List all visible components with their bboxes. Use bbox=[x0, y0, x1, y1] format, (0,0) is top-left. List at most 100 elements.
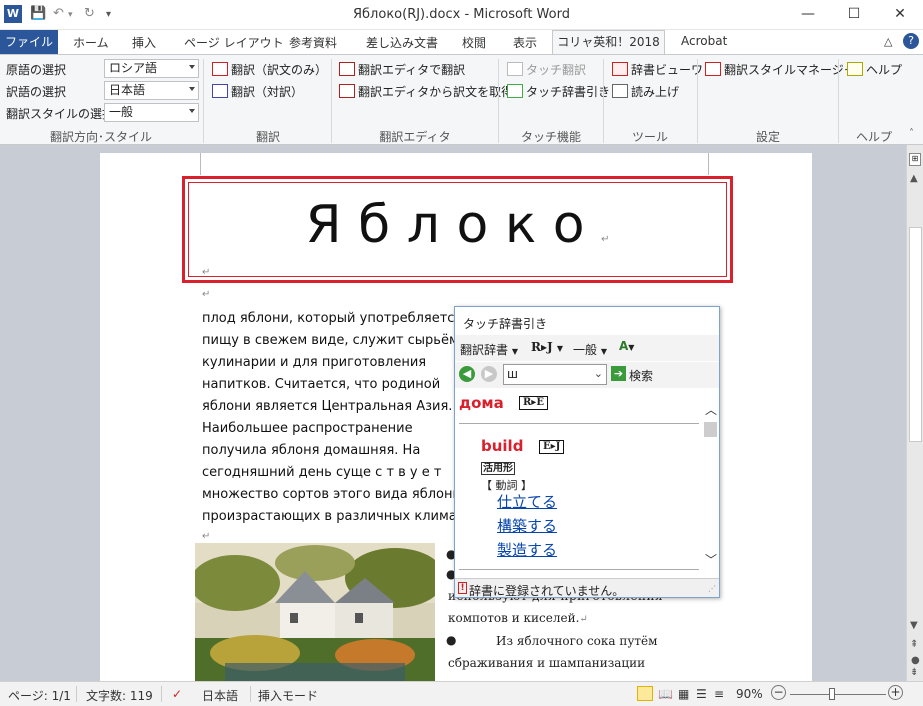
touch-dict-button[interactable]: タッチ辞書引き bbox=[526, 83, 610, 100]
tab-insert[interactable]: 挿入 bbox=[132, 34, 156, 51]
scroll-up-icon[interactable]: ▲ bbox=[910, 173, 918, 184]
body-line[interactable]: напитков. Считается, что родиной bbox=[202, 377, 440, 392]
body-line[interactable]: Наибольшее распространение bbox=[202, 421, 413, 436]
zoom-in-icon[interactable]: + bbox=[888, 685, 903, 700]
dict-menu[interactable]: 翻訳辞書 ▼ bbox=[460, 341, 518, 358]
body-line[interactable]: получила яблоня домашняя. На bbox=[202, 443, 420, 458]
scroll-down-icon[interactable]: ▼ bbox=[910, 620, 918, 631]
scroll-down-icon[interactable]: ﹀ bbox=[705, 551, 717, 568]
popup-status-text: 辞書に登録されていません。 bbox=[469, 584, 625, 598]
body-line[interactable]: яблони является Центральная Азия. bbox=[202, 399, 452, 414]
touch-dictionary-popup[interactable]: タッチ辞書引き 翻訳辞書 ▼ R▸J ▼ 一般 ▼ A▼ ◀ ▶ ш ⌄ ➔ 検… bbox=[454, 306, 720, 598]
search-go-icon[interactable]: ➔ bbox=[611, 366, 626, 381]
tab-korya[interactable]: コリャ英和！2018 bbox=[552, 30, 665, 55]
tab-file[interactable]: ファイル bbox=[0, 30, 58, 54]
target-lang-select[interactable]: 日本語 bbox=[104, 81, 199, 100]
forward-icon[interactable]: ▶ bbox=[481, 366, 497, 382]
print-layout-icon[interactable] bbox=[637, 686, 653, 701]
ribbon-help-button[interactable]: ヘルプ bbox=[866, 61, 902, 78]
source-lang-value: ロシア語 bbox=[109, 61, 158, 75]
scroll-thumb[interactable] bbox=[909, 227, 922, 442]
zoom-level[interactable]: 90% bbox=[736, 687, 763, 701]
scroll-up-icon[interactable]: ︿ bbox=[705, 401, 717, 418]
outline-icon[interactable]: ☰ bbox=[696, 687, 707, 701]
margin-guide bbox=[200, 153, 201, 175]
chevron-down-icon bbox=[189, 65, 195, 69]
language-indicator[interactable]: 日本語 bbox=[202, 687, 238, 704]
house-image[interactable] bbox=[195, 543, 435, 681]
popup-scrollbar[interactable]: ︿ ﹀ bbox=[702, 401, 719, 577]
insert-mode[interactable]: 挿入モード bbox=[258, 687, 318, 704]
bullet-line[interactable]: Из яблочного сока путём bbox=[496, 634, 658, 648]
popup-title: タッチ辞書引き bbox=[463, 317, 548, 331]
paragraph-mark: ↵ bbox=[579, 614, 588, 625]
sense-link[interactable]: 製造する bbox=[497, 539, 557, 560]
body-line[interactable]: кулинарии и для приготовления bbox=[202, 355, 426, 370]
status-bar: ページ: 1/1 文字数: 119 ✓ 日本語 挿入モード 📖 ▦ ☰ ≡ 90… bbox=[0, 681, 923, 706]
tab-mailings[interactable]: 差し込み文書 bbox=[366, 34, 438, 51]
style-select[interactable]: 一般 bbox=[104, 103, 199, 122]
style-menu[interactable]: 一般 ▼ bbox=[573, 341, 607, 358]
zoom-slider[interactable] bbox=[790, 694, 886, 695]
body-line[interactable]: плод яблони, который употребляется в bbox=[202, 311, 474, 326]
touch-translate-button[interactable]: タッチ翻訳 bbox=[526, 61, 586, 78]
web-layout-icon[interactable]: ▦ bbox=[678, 687, 689, 701]
source-lang-select[interactable]: ロシア語 bbox=[104, 59, 199, 78]
ruler-toggle-icon[interactable]: ⊞ bbox=[909, 153, 921, 166]
tab-home[interactable]: ホーム bbox=[73, 34, 109, 51]
help-icon[interactable]: ? bbox=[903, 33, 919, 49]
dict-viewer-button[interactable]: 辞書ビューワ bbox=[631, 61, 703, 78]
zoom-slider-thumb[interactable] bbox=[829, 688, 835, 700]
style-manager-button[interactable]: 翻訳スタイルマネージャ bbox=[724, 61, 855, 78]
translate-only-button[interactable]: 翻訳（訳文のみ） bbox=[231, 61, 327, 78]
next-page-icon[interactable]: ⇟ bbox=[910, 667, 918, 678]
direction-menu[interactable]: R▸J ▼ bbox=[531, 340, 563, 354]
title-frame: Я б л о к о ↵ bbox=[182, 176, 733, 283]
vertical-scrollbar[interactable]: ⊞ ▲ ▼ ⇞ ● ⇟ bbox=[906, 145, 923, 681]
close-button[interactable]: ✕ bbox=[877, 0, 923, 30]
draft-icon[interactable]: ≡ bbox=[714, 687, 724, 701]
margin-guide bbox=[708, 153, 709, 175]
collapse-ribbon-icon[interactable]: ˄ bbox=[909, 128, 914, 139]
back-icon[interactable]: ◀ bbox=[459, 366, 475, 382]
tab-acrobat[interactable]: Acrobat bbox=[681, 34, 727, 48]
body-line[interactable]: произрастающих в различных климатич bbox=[202, 509, 480, 524]
translate-pair-button[interactable]: 翻訳（対訳） bbox=[231, 83, 303, 100]
zoom-out-icon[interactable]: − bbox=[771, 685, 786, 700]
page-indicator[interactable]: ページ: 1/1 bbox=[8, 687, 71, 704]
sense-link[interactable]: 仕立てる bbox=[497, 491, 557, 512]
style-menu-label: 一般 bbox=[573, 343, 598, 357]
document-title[interactable]: Я б л о к о ↵ bbox=[185, 195, 730, 255]
sense-link[interactable]: 構築する bbox=[497, 515, 557, 536]
body-line[interactable]: сегодняшний день суще с т в у е т bbox=[202, 465, 441, 480]
tab-view[interactable]: 表示 bbox=[513, 34, 537, 51]
tab-references[interactable]: 参考資料 bbox=[289, 34, 337, 51]
search-button[interactable]: 検索 bbox=[629, 367, 653, 384]
body-line[interactable]: пищу в свежем виде, служит сырьём в bbox=[202, 333, 471, 348]
browse-object-icon[interactable]: ● bbox=[911, 655, 920, 666]
read-aloud-button[interactable]: 読み上げ bbox=[631, 83, 679, 100]
full-screen-reading-icon[interactable]: 📖 bbox=[658, 687, 673, 701]
document-area: Я б л о к о ↵ ↵ ↵ плод яблони, который у… bbox=[0, 145, 906, 681]
scroll-thumb[interactable] bbox=[704, 422, 717, 437]
minimize-button[interactable]: — bbox=[785, 0, 831, 30]
sub-headword[interactable]: build bbox=[481, 437, 523, 455]
maximize-button[interactable]: ☐ bbox=[831, 0, 877, 30]
tab-review[interactable]: 校閲 bbox=[462, 34, 486, 51]
font-style-icon[interactable]: A▼ bbox=[619, 339, 634, 353]
body-line[interactable]: множество сортов этого вида яблони, bbox=[202, 487, 465, 502]
headword[interactable]: дома bbox=[459, 394, 504, 412]
collapse-ribbon-icon[interactable]: △ bbox=[884, 35, 892, 48]
editor-get-button[interactable]: 翻訳エディタから訳文を取得 bbox=[358, 83, 513, 100]
proofing-icon[interactable]: ✓ bbox=[172, 687, 182, 701]
bullet-line[interactable]: сбраживания и шампанизации bbox=[448, 656, 645, 670]
search-input[interactable]: ш ⌄ bbox=[503, 364, 607, 385]
resize-grip-icon[interactable]: ⋰ bbox=[708, 584, 716, 593]
chevron-down-icon[interactable]: ⌄ bbox=[594, 367, 603, 380]
previous-page-icon[interactable]: ⇞ bbox=[910, 639, 918, 650]
tab-page-layout[interactable]: ページ レイアウト bbox=[184, 34, 284, 51]
word-count[interactable]: 文字数: 119 bbox=[86, 687, 153, 704]
bullet-line[interactable]: компотов и киселей.↵ bbox=[448, 611, 588, 625]
editor-translate-button[interactable]: 翻訳エディタで翻訳 bbox=[358, 61, 465, 78]
dict-menu-label: 翻訳辞書 bbox=[460, 343, 509, 357]
